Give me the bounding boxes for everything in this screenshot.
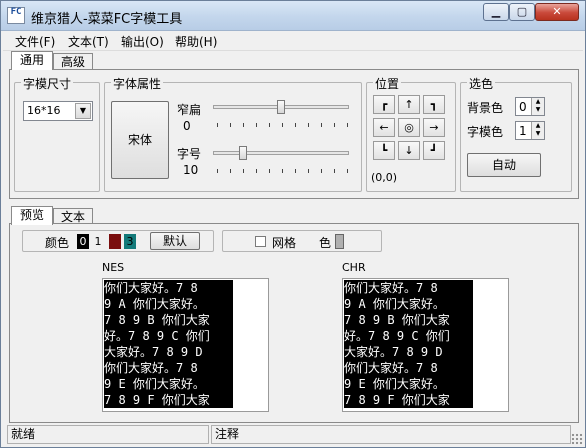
position-legend: 位置: [373, 75, 402, 92]
nes-line: 你们大家好。7 8: [104, 361, 198, 375]
chr-line: 7 8 9 F 你们大家: [344, 393, 450, 407]
chr-line: 好。7 8 9 C 你们: [344, 329, 450, 343]
title-bar[interactable]: FC 维京猎人-菜菜FC字模工具 ▁ ▢ ✕: [1, 1, 585, 31]
chr-line: 9 E 你们大家好。: [344, 377, 445, 391]
app-icon: FC: [7, 7, 25, 24]
tab-general[interactable]: 通用: [11, 51, 53, 70]
font-size-combo[interactable]: 16*16 ▼: [23, 101, 93, 121]
nes-preview: 你们大家好。7 8 9 A 你们大家好。 7 8 9 B 你们大家 好。7 8 …: [102, 278, 269, 412]
window-title: 维京猎人-菜菜FC字模工具: [31, 12, 183, 27]
position-group: 位置 ┏ ↑ ┓ ← ◎ → ┗ ↓ ┛ (0,0): [366, 75, 456, 192]
nes-screen: 你们大家好。7 8 9 A 你们大家好。 7 8 9 B 你们大家 好。7 8 …: [104, 280, 233, 408]
grid-label: 网格: [272, 236, 297, 250]
narrow-slider-thumb[interactable]: [277, 100, 285, 114]
default-button[interactable]: 默认: [150, 232, 200, 250]
narrow-label: 窄扁: [177, 103, 202, 117]
bottom-right-button[interactable]: ┛: [423, 141, 445, 160]
color-swatch[interactable]: 0: [77, 234, 89, 249]
top-right-button[interactable]: ┓: [423, 95, 445, 114]
narrow-value: 0: [183, 119, 191, 133]
nes-line: 7 8 9 B 你们大家: [104, 313, 210, 327]
chr-line: 7 8 9 B 你们大家: [344, 313, 450, 327]
bg-color-spinner[interactable]: 0 ▲ ▼: [515, 97, 545, 116]
menu-help[interactable]: 帮助(H): [175, 33, 217, 50]
color-swatch[interactable]: 2: [109, 234, 121, 249]
down-arrow-icon[interactable]: ↓: [398, 141, 420, 160]
color-select-group: 选色 背景色 0 ▲ ▼ 字模色 1 ▲ ▼ 自动: [460, 75, 572, 192]
general-tab-panel: 字模尺寸 16*16 ▼ 字体属性 宋体 窄扁 0 字号 10 位置 ┏ ↑ ┓…: [9, 69, 579, 199]
preview-tab-panel: 颜色 0 1 2 3 默认 网格 色 NES 你们大家好。7 8 9 A 你们大…: [9, 223, 579, 423]
menu-file[interactable]: 文件(F): [15, 33, 55, 50]
bg-color-value: 0: [519, 100, 527, 114]
spacing-slider-track[interactable]: [213, 151, 349, 155]
status-right: 注释: [211, 425, 571, 444]
close-button[interactable]: ✕: [535, 3, 579, 21]
fg-color-value: 1: [519, 124, 527, 138]
maximize-button[interactable]: ▢: [509, 3, 535, 21]
color2-swatch[interactable]: [335, 234, 344, 249]
font-button[interactable]: 宋体: [111, 101, 169, 179]
spacing-slider-thumb[interactable]: [238, 146, 247, 160]
color-swatch[interactable]: 1: [92, 234, 104, 249]
menu-text[interactable]: 文本(T): [68, 33, 109, 50]
nes-label: NES: [102, 261, 125, 274]
chr-screen: 你们大家好。7 8 9 A 你们大家好。 7 8 9 B 你们大家 好。7 8 …: [344, 280, 473, 408]
spacing-label: 字号: [177, 147, 202, 161]
chr-label: CHR: [342, 261, 366, 274]
font-size-legend: 字模尺寸: [21, 75, 74, 92]
color-swatch[interactable]: 3: [124, 234, 136, 249]
app-window: FC 维京猎人-菜菜FC字模工具 ▁ ▢ ✕ 文件(F) 文本(T) 输出(O)…: [0, 0, 586, 448]
menu-output[interactable]: 输出(O): [121, 33, 164, 50]
spinner-arrows-icon[interactable]: ▲ ▼: [531, 122, 544, 139]
fg-color-spinner[interactable]: 1 ▲ ▼: [515, 121, 545, 140]
fg-color-label: 字模色: [467, 125, 504, 139]
minimize-button[interactable]: ▁: [483, 3, 509, 21]
right-arrow-icon[interactable]: →: [423, 118, 445, 137]
tab-preview[interactable]: 预览: [11, 206, 53, 225]
position-coords: (0,0): [371, 171, 398, 184]
color2-label: 色: [319, 236, 332, 250]
top-left-button[interactable]: ┏: [373, 95, 395, 114]
spacing-slider-ticks: [217, 169, 349, 173]
center-target-icon[interactable]: ◎: [398, 118, 420, 137]
chr-line: 你们大家好。7 8: [344, 361, 438, 375]
bottom-left-button[interactable]: ┗: [373, 141, 395, 160]
color-label: 颜色: [45, 236, 70, 250]
nes-line: 9 A 你们大家好。: [104, 297, 205, 311]
bg-color-label: 背景色: [467, 101, 504, 115]
chr-line: 你们大家好。7 8: [344, 281, 438, 295]
nes-line: 7 8 9 F 你们大家: [104, 393, 210, 407]
font-size-group: 字模尺寸 16*16 ▼: [14, 75, 100, 192]
status-bar: 就绪 注释: [3, 425, 583, 445]
color-select-legend: 选色: [467, 75, 496, 92]
grid-toolbar: 网格 色: [222, 230, 382, 252]
spinner-arrows-icon[interactable]: ▲ ▼: [531, 98, 544, 115]
narrow-slider-ticks: [217, 123, 349, 127]
chevron-down-icon[interactable]: ▼: [75, 103, 91, 119]
color-toolbar: 颜色 0 1 2 3 默认: [22, 230, 214, 252]
font-attr-legend: 字体属性: [111, 75, 164, 92]
resize-grip-icon[interactable]: [571, 433, 583, 445]
status-left: 就绪: [7, 425, 209, 444]
font-size-value: 16*16: [27, 104, 61, 117]
chr-preview: 你们大家好。7 8 9 A 你们大家好。 7 8 9 B 你们大家 好。7 8 …: [342, 278, 509, 412]
up-arrow-icon[interactable]: ↑: [398, 95, 420, 114]
left-arrow-icon[interactable]: ←: [373, 118, 395, 137]
nes-line: 大家好。7 8 9 D: [104, 345, 203, 359]
grid-checkbox[interactable]: [255, 236, 266, 247]
nes-line: 好。7 8 9 C 你们: [104, 329, 210, 343]
chr-line: 9 A 你们大家好。: [344, 297, 445, 311]
nes-line: 9 E 你们大家好。: [104, 377, 205, 391]
nes-line: 你们大家好。7 8: [104, 281, 198, 295]
chr-line: 大家好。7 8 9 D: [344, 345, 443, 359]
auto-button[interactable]: 自动: [467, 153, 541, 177]
spacing-value: 10: [183, 163, 199, 177]
menu-bar: 文件(F) 文本(T) 输出(O) 帮助(H): [3, 31, 583, 51]
font-attr-group: 字体属性 宋体 窄扁 0 字号 10: [104, 75, 362, 192]
